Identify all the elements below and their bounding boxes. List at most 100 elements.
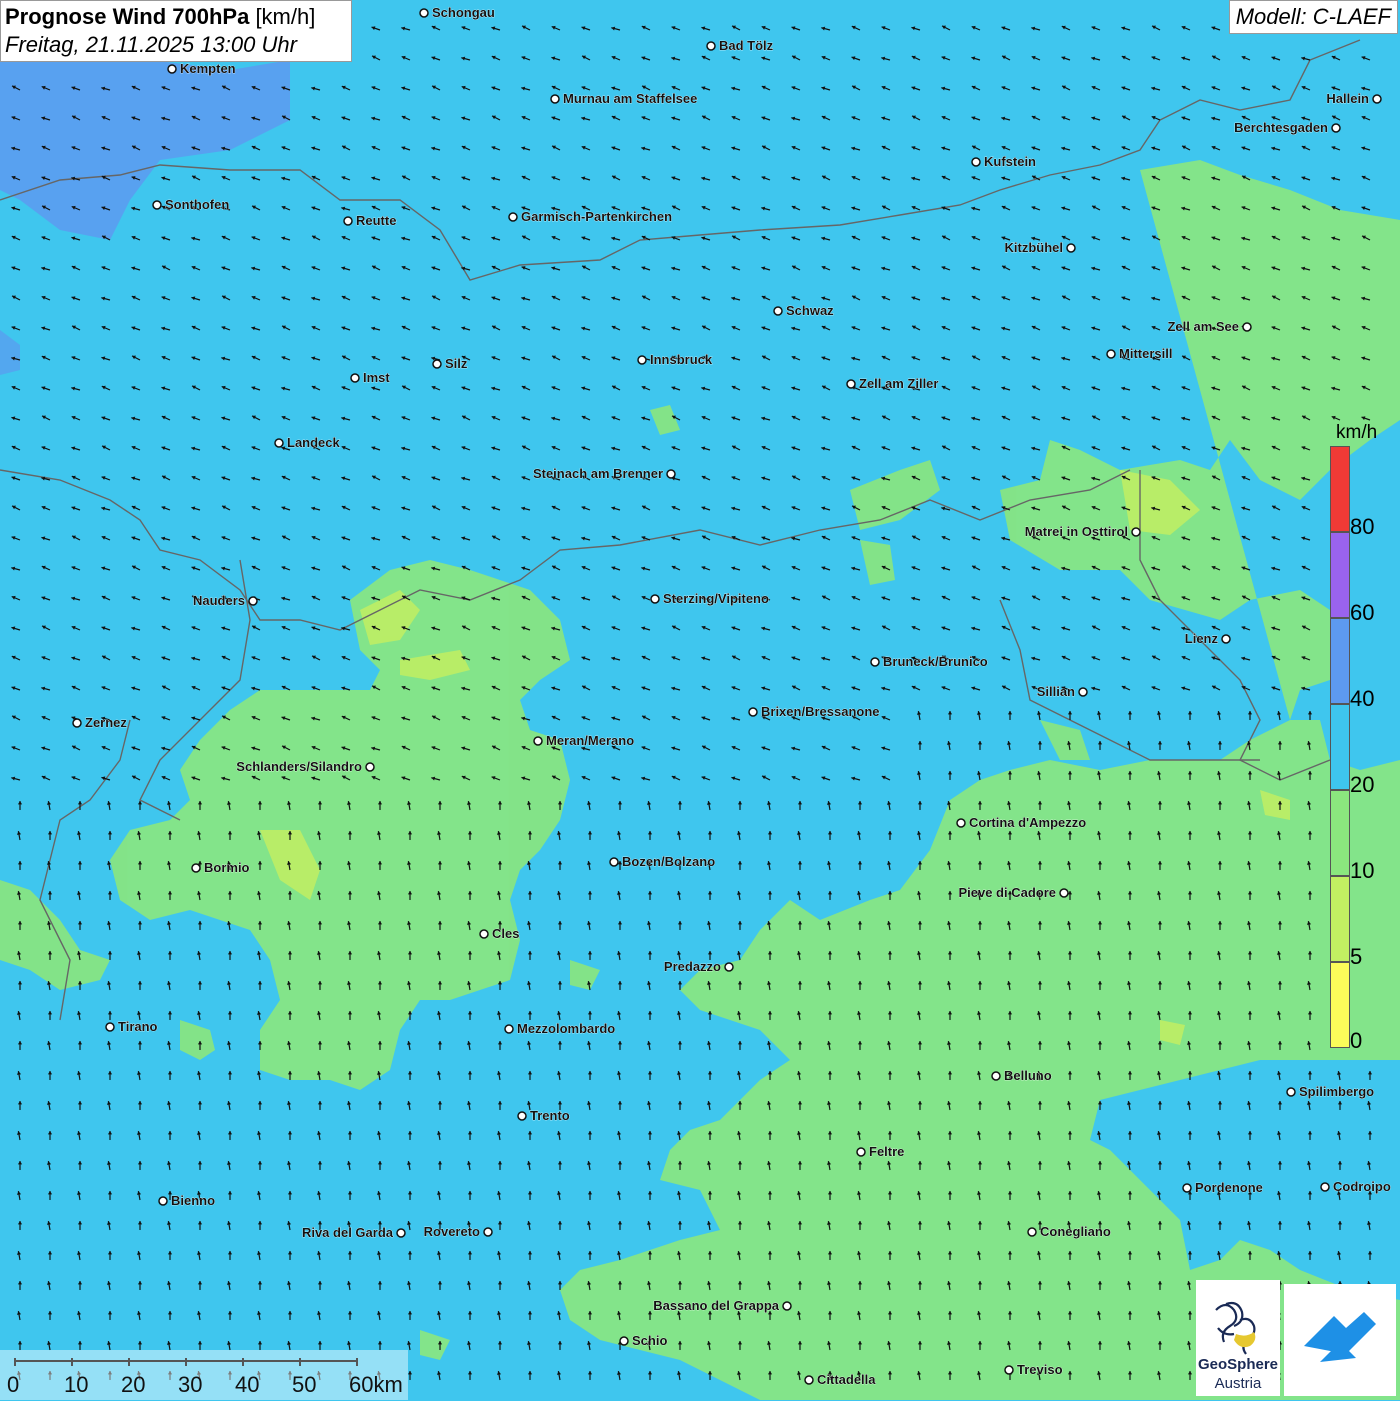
model-label: Modell: C-LAEF: [1228, 0, 1398, 34]
scale-tick: [14, 1358, 16, 1366]
city-marker: [773, 306, 783, 316]
scale-tick: [299, 1358, 301, 1366]
city-marker: [1320, 1182, 1330, 1192]
city-label: Riva del Garda: [302, 1225, 394, 1240]
legend-label: 40: [1350, 686, 1375, 711]
city-marker: [1331, 123, 1341, 133]
city-label: Schlanders/Silandro: [236, 759, 362, 774]
city-label: Cles: [492, 926, 519, 941]
city-label: Bruneck/Brunico: [883, 654, 988, 669]
map-title: Prognose Wind 700hPa [km/h]: [5, 4, 347, 30]
scale-label: 0: [7, 1372, 20, 1397]
city-label: Reutte: [356, 213, 396, 228]
color-legend: km/h 0 5 10 20 40 60 80: [1326, 420, 1386, 1053]
city-marker: [1182, 1183, 1192, 1193]
city-label: Schwaz: [786, 303, 834, 318]
city-label: Murnau am Staffelsee: [563, 91, 697, 106]
city-label: Innsbruck: [650, 352, 713, 367]
city-label: Trento: [530, 1108, 570, 1123]
city-label: Belluno: [1004, 1068, 1052, 1083]
city-marker: [1221, 634, 1231, 644]
city-label: Zell am See: [1167, 319, 1239, 334]
city-label: Mezzolombardo: [517, 1021, 615, 1036]
legend-swatch: [1330, 446, 1350, 532]
city-label: Conegliano: [1040, 1224, 1111, 1239]
legend-swatch: [1330, 962, 1350, 1048]
city-label: Sterzing/Vipiteno: [663, 591, 769, 606]
legend-label: 60: [1350, 600, 1375, 625]
city-label: Nauders: [193, 593, 245, 608]
city-label: Kufstein: [984, 154, 1036, 169]
legend-swatch: [1330, 790, 1350, 876]
city-marker: [191, 863, 201, 873]
city-marker: [724, 962, 734, 972]
city-label: Lienz: [1185, 631, 1219, 646]
city-marker: [396, 1228, 406, 1238]
city-label: Spilimbergo: [1299, 1084, 1374, 1099]
city-marker: [1078, 687, 1088, 697]
map-title-unit: [km/h]: [255, 4, 316, 29]
city-label: Hallein: [1326, 91, 1369, 106]
city-marker: [365, 762, 375, 772]
city-marker: [706, 41, 716, 51]
city-label: Sillian: [1037, 684, 1075, 699]
city-label: Bormio: [204, 860, 250, 875]
map-title-bold: Prognose Wind 700hPa: [5, 4, 250, 29]
city-marker: [533, 736, 543, 746]
city-label: Bienno: [171, 1193, 215, 1208]
scale-tick: [128, 1358, 130, 1366]
scale-bar: 0 10 20 30 40 50 60km: [0, 1350, 408, 1400]
weather-app-logo: [1284, 1284, 1396, 1396]
city-label: Sonthofen: [165, 197, 229, 212]
scale-tick: [71, 1358, 73, 1366]
legend-swatch: [1330, 618, 1350, 704]
city-marker: [167, 64, 177, 74]
city-label: Pordenone: [1195, 1180, 1263, 1195]
legend-bar: [1330, 446, 1350, 1050]
city-marker: [508, 212, 518, 222]
scale-tick: [242, 1358, 244, 1366]
city-marker: [870, 657, 880, 667]
city-marker: [432, 359, 442, 369]
legend-label: 20: [1350, 772, 1375, 797]
city-marker: [158, 1196, 168, 1206]
city-marker: [971, 157, 981, 167]
city-label: Schio: [632, 1333, 667, 1348]
city-label: Rovereto: [424, 1224, 480, 1239]
city-label: Matrei in Osttirol: [1025, 524, 1128, 539]
map-title-box: Prognose Wind 700hPa [km/h] Freitag, 21.…: [0, 0, 352, 62]
wind-map: Schongau Bad Tölz Kempten Murnau am Staffel…: [0, 0, 1400, 1400]
legend-label: 10: [1350, 858, 1375, 883]
city-label: Codroipo: [1333, 1179, 1391, 1194]
city-marker: [637, 355, 647, 365]
city-label: Feltre: [869, 1144, 904, 1159]
city-marker: [105, 1022, 115, 1032]
city-marker: [274, 438, 284, 448]
city-label: Cittadella: [817, 1372, 876, 1387]
city-marker: [248, 596, 258, 606]
city-label: Landeck: [287, 435, 341, 450]
city-label: Tirano: [118, 1019, 158, 1034]
city-label: Brixen/Bressanone: [761, 704, 880, 719]
city-marker: [956, 818, 966, 828]
legend-swatch: [1330, 532, 1350, 618]
geosphere-text-2: Austria: [1214, 1375, 1262, 1392]
legend-swatch: [1330, 876, 1350, 962]
city-marker: [72, 718, 82, 728]
city-label: Pieve di Cadore: [958, 885, 1056, 900]
city-marker: [1131, 527, 1141, 537]
city-label: Bad Tölz: [719, 38, 774, 53]
city-marker: [479, 929, 489, 939]
city-label: Cortina d'Ampezzo: [969, 815, 1086, 830]
city-marker: [517, 1111, 527, 1121]
city-label: Kempten: [180, 61, 236, 76]
legend-label: 0: [1350, 1028, 1363, 1053]
city-marker: [1027, 1227, 1037, 1237]
geosphere-icon: [1215, 1301, 1256, 1355]
city-marker: [991, 1071, 1001, 1081]
scale-label: 40: [235, 1372, 260, 1397]
city-label: Zernez: [85, 715, 127, 730]
city-marker: [504, 1024, 514, 1034]
city-marker: [1242, 322, 1252, 332]
city-label: Treviso: [1017, 1362, 1063, 1377]
